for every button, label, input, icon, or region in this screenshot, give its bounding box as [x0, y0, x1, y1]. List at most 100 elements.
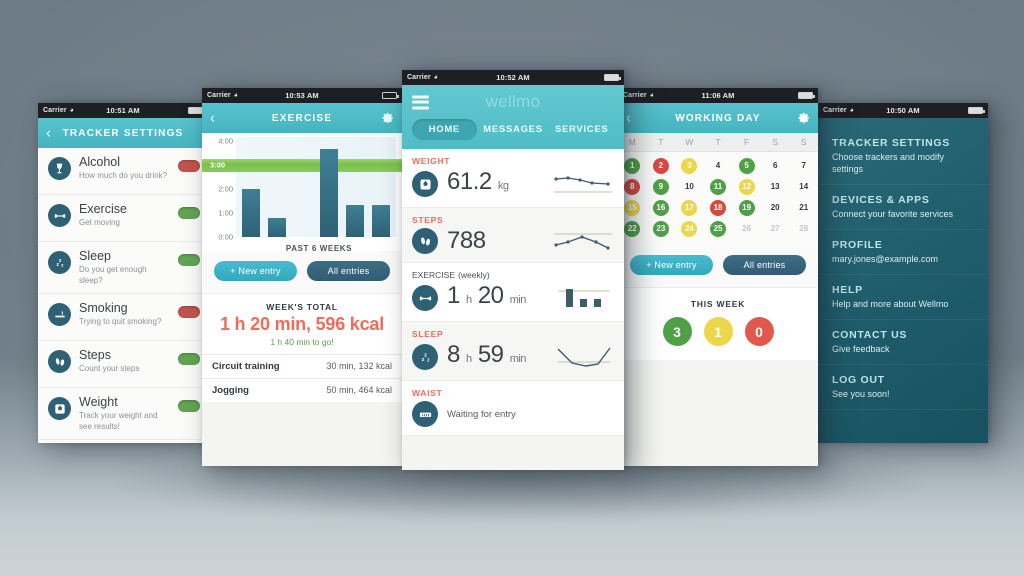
metric-row-sleep[interactable]: SLEEP zzz 8 h 59 min — [402, 322, 624, 381]
list-item-subtitle: Do you get enough sleep? — [79, 265, 147, 285]
menu-item-subtitle: See you soon! — [832, 389, 890, 399]
tracker-toggle-exercise[interactable] — [178, 207, 200, 219]
calendar-day-cell[interactable]: 13 — [761, 176, 790, 197]
calendar-day-cell[interactable]: 16 — [647, 197, 676, 218]
calendar-day-cell[interactable]: 21 — [789, 197, 818, 218]
list-item[interactable]: Exercise Get moving — [38, 195, 208, 242]
status-time: 11:06 AM — [701, 91, 735, 100]
metric-waiting-text: Waiting for entry — [447, 408, 516, 420]
calendar-day-cell[interactable]: 14 — [789, 176, 818, 197]
calendar-day-cell[interactable]: 6 — [761, 155, 790, 176]
calendar-weekday: T — [715, 137, 721, 147]
list-item[interactable]: Alcohol How much do you drink? — [38, 148, 208, 195]
calendar-day-cell[interactable]: 11 — [704, 176, 733, 197]
calendar-day-cell[interactable]: 12 — [732, 176, 761, 197]
menu-item-devices-apps[interactable]: DEVICES & APPS Connect your favorite ser… — [818, 185, 988, 230]
list-item-title: Alcohol — [79, 155, 120, 169]
gear-icon[interactable] — [796, 111, 810, 125]
menu-item-profile[interactable]: PROFILE mary.jones@example.com — [818, 230, 988, 275]
hamburger-menu-icon[interactable] — [412, 93, 429, 112]
calendar-day-cell[interactable]: 2 — [647, 155, 676, 176]
chevron-left-icon[interactable]: ‹ — [46, 126, 52, 141]
svg-text:z: z — [421, 356, 424, 362]
metric-category: WEIGHT — [412, 156, 451, 166]
tab-messages[interactable]: MESSAGES — [481, 119, 546, 140]
metric-qualifier: (weekly) — [458, 270, 490, 280]
calendar-day-cell[interactable]: 23 — [647, 218, 676, 239]
tab-home[interactable]: HOME — [412, 119, 477, 140]
metric-row-weight[interactable]: WEIGHT 61.2 kg — [402, 149, 624, 208]
tracker-toggle-alcohol[interactable] — [178, 160, 200, 172]
calendar-day-marker: 26 — [742, 224, 752, 233]
calendar-day-cell[interactable]: 3 — [675, 155, 704, 176]
table-row[interactable]: Circuit training 30 min, 132 kcal — [202, 354, 402, 378]
menu-item-help[interactable]: HELP Help and more about Wellmo — [818, 275, 988, 320]
menu-item-subtitle: Connect your favorite services — [832, 209, 954, 219]
calendar-day-cell[interactable]: 4 — [704, 155, 733, 176]
calendar-day-cell[interactable]: 27 — [761, 218, 790, 239]
new-entry-button[interactable]: + New entry — [630, 255, 713, 275]
action-button-row: + New entry All entries — [618, 245, 818, 287]
chevron-left-icon[interactable]: ‹ — [210, 111, 216, 126]
chart-x-label: PAST 6 WEEKS — [285, 244, 353, 253]
metric-row-exercise[interactable]: EXERCISE (weekly) 1 h 20 min — [402, 263, 624, 322]
all-entries-button[interactable]: All entries — [307, 261, 390, 281]
calendar-day-marker: 22 — [624, 220, 641, 237]
list-item[interactable]: Smoking Trying to quit smoking? — [38, 294, 208, 341]
list-item-subtitle: Count your steps — [79, 364, 140, 373]
calendar-day-cell[interactable]: 7 — [789, 155, 818, 176]
calendar-weekday: W — [685, 137, 694, 147]
calendar-day-cell[interactable]: 26 — [732, 218, 761, 239]
this-week-count: 3 — [662, 317, 692, 346]
table-row[interactable]: Jogging 50 min, 464 kcal — [202, 378, 402, 402]
menu-item-log-out[interactable]: LOG OUT See you soon! — [818, 365, 988, 410]
metric-value-2: 20 — [477, 282, 504, 309]
tab-services[interactable]: SERVICES — [549, 119, 614, 140]
menu-item-contact-us[interactable]: CONTACT US Give feedback — [818, 320, 988, 365]
calendar-day-cell[interactable]: 18 — [704, 197, 733, 218]
list-item[interactable]: zzz Sleep Do you get enough sleep? — [38, 242, 208, 294]
new-entry-button[interactable]: + New entry — [214, 261, 297, 281]
metric-row-waist[interactable]: WAIST Waiting for entry — [402, 381, 624, 436]
calendar-day-cell[interactable]: 5 — [732, 155, 761, 176]
calendar-day-cell[interactable]: 20 — [761, 197, 790, 218]
calendar-day-cell[interactable]: 28 — [789, 218, 818, 239]
metric-category: EXERCISE (weekly) — [412, 270, 614, 280]
calendar-day-marker: 25 — [710, 220, 727, 237]
chevron-left-icon[interactable]: ‹ — [626, 111, 632, 126]
chart-bar — [268, 217, 286, 237]
metric-unit: h — [466, 353, 472, 365]
list-item[interactable]: Weight Track your weight and see results… — [38, 388, 208, 440]
calendar-weekday-header: MTWTFSS — [618, 133, 818, 152]
metric-row-steps[interactable]: STEPS 788 — [402, 208, 624, 263]
calendar-day-cell[interactable]: 10 — [675, 176, 704, 197]
status-bar: Carrier ◕ 10:50 AM — [818, 103, 988, 118]
calendar-day-marker: 2 — [652, 157, 669, 174]
menu-item-subtitle: Choose trackers and modify settings — [832, 152, 945, 174]
battery-icon — [604, 74, 621, 81]
menu-item-subtitle: Give feedback — [832, 344, 890, 354]
steps-trend-sparkline — [552, 228, 614, 254]
menu-item-tracker-settings[interactable]: TRACKER SETTINGS Choose trackers and mod… — [818, 128, 988, 185]
list-item-subtitle: Get moving — [79, 218, 120, 227]
tracker-toggle-weight[interactable] — [178, 400, 200, 412]
gear-icon[interactable] — [380, 111, 394, 125]
menu-list: TRACKER SETTINGS Choose trackers and mod… — [818, 118, 988, 443]
summary-label: WEEK'S TOTAL — [266, 302, 338, 312]
calendar-day-cell[interactable]: 19 — [732, 197, 761, 218]
calendar-day-cell[interactable]: 17 — [675, 197, 704, 218]
all-entries-button[interactable]: All entries — [723, 255, 806, 275]
calendar-day-cell[interactable]: 24 — [675, 218, 704, 239]
tracker-toggle-smoking[interactable] — [178, 306, 200, 318]
tracker-toggle-sleep[interactable] — [178, 254, 200, 266]
calendar-day-cell[interactable]: 9 — [647, 176, 676, 197]
page-title: WORKING DAY — [675, 112, 761, 124]
calendar-day-marker: 28 — [799, 224, 809, 233]
list-item[interactable]: Steps Count your steps — [38, 341, 208, 388]
tracker-toggle-steps[interactable] — [178, 353, 200, 365]
calendar-day-cell[interactable]: 25 — [704, 218, 733, 239]
calendar-day-marker: 5 — [738, 157, 755, 174]
calendar-day-marker: 24 — [681, 220, 698, 237]
this-week-label: THIS WEEK — [690, 299, 746, 309]
status-bar: Carrier ◕ 10:52 AM — [402, 70, 624, 85]
